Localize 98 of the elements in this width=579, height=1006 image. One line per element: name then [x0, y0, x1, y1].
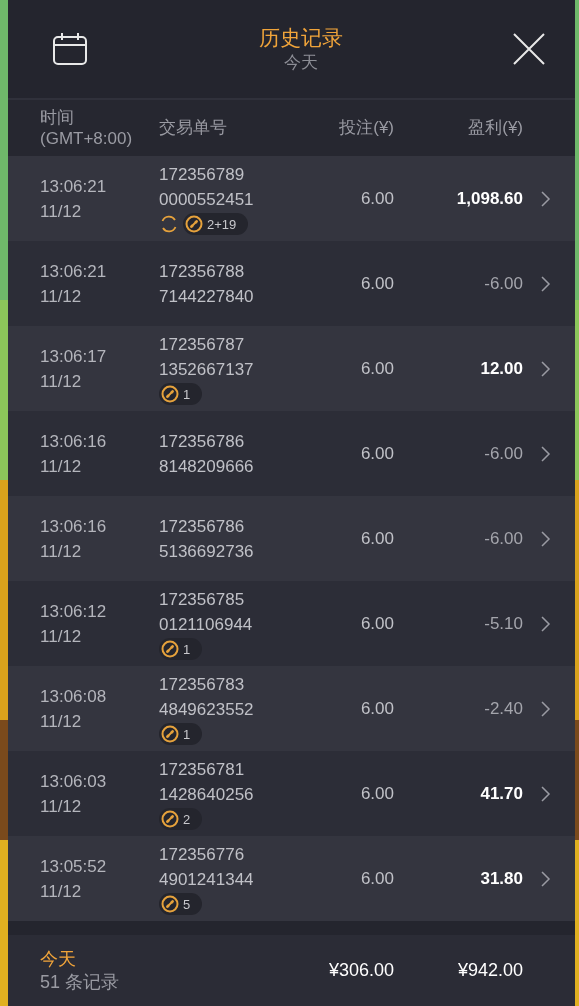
order-number: 1352667137: [159, 359, 255, 381]
chevron-right-icon: [541, 190, 551, 207]
bet-amount: 6.00: [359, 187, 394, 210]
time-text: 13:06:21: [40, 175, 108, 198]
free-spin-badge: 2+19: [183, 213, 249, 235]
history-row[interactable]: 13:06:12 11/12 172356785 0121106944 1 6.00 -5.10: [8, 581, 575, 666]
history-row[interactable]: 13:06:16 11/12 172356786 8148209666 6.00 -6.00: [8, 411, 575, 496]
bet-amount: 6.00: [359, 782, 394, 805]
date-text: 11/12: [40, 795, 83, 818]
time-text: 13:06:17: [40, 345, 108, 368]
chevron-right-icon: [541, 700, 551, 717]
column-header: 时间: [40, 106, 75, 128]
profit-amount: 31.80: [479, 867, 523, 890]
ball-icon: [161, 810, 179, 828]
order-number: 172356788: [159, 260, 246, 283]
time-text: 13:06:21: [40, 260, 108, 283]
profit-amount: -6.00: [483, 442, 523, 465]
date-text: 11/12: [40, 370, 83, 393]
history-row[interactable]: 13:06:16 11/12 172356786 5136692736 6.00 -6.00: [8, 496, 575, 581]
refresh-icon: [159, 214, 179, 234]
order-number: 172356783: [159, 674, 246, 696]
chevron-right-icon: [541, 785, 551, 802]
bet-amount: 6.00: [359, 867, 394, 890]
time-text: 13:06:03: [40, 770, 108, 793]
date-text: 11/12: [40, 455, 83, 478]
order-number: 172356786: [159, 515, 246, 538]
free-spin-badge: 1: [159, 383, 203, 405]
order-number: 0000552451: [159, 189, 255, 211]
date-text: 11/12: [40, 200, 83, 223]
profit-amount: -2.40: [483, 697, 523, 720]
free-spin-badge: 5: [159, 893, 203, 915]
order-number: 0121106944: [159, 614, 254, 636]
history-row[interactable]: 13:06:08 11/12 172356783 4849623552 1 6.00 -2.40: [8, 666, 575, 751]
date-range-label: 今天: [283, 51, 318, 73]
column-header: (GMT+8:00): [40, 128, 134, 150]
order-number: 8148209666: [159, 455, 255, 478]
date-text: 11/12: [40, 880, 83, 903]
profit-amount: -6.00: [483, 527, 523, 550]
period-label: 今天: [40, 948, 77, 971]
chevron-right-icon: [541, 530, 551, 547]
ball-icon: [161, 640, 179, 658]
bet-amount: 6.00: [359, 612, 394, 635]
profit-amount: 12.00: [479, 357, 523, 380]
bet-total: ¥306.00: [327, 959, 394, 982]
order-number: 172356785: [159, 589, 246, 611]
ball-icon: [161, 385, 179, 403]
profit-total: ¥942.00: [456, 959, 523, 982]
column-header: 交易单号: [159, 117, 228, 140]
order-number: 172356787: [159, 334, 246, 356]
chevron-right-icon: [541, 870, 551, 887]
chevron-right-icon: [541, 360, 551, 377]
profit-amount: 41.70: [479, 782, 523, 805]
close-icon[interactable]: [513, 33, 545, 65]
free-spin-badge: 1: [159, 723, 203, 745]
history-row[interactable]: 13:06:21 11/12 172356788 7144227840 6.00 -6.00: [8, 241, 575, 326]
order-number: 172356776: [159, 844, 246, 866]
date-text: 11/12: [40, 285, 83, 308]
date-text: 11/12: [40, 710, 83, 733]
free-spin-badge: 2: [159, 808, 203, 830]
chevron-right-icon: [541, 445, 551, 462]
bet-amount: 6.00: [359, 442, 394, 465]
profit-amount: -6.00: [483, 272, 523, 295]
profit-amount: 1,098.60: [455, 187, 523, 210]
calendar-icon[interactable]: [52, 32, 88, 66]
ball-icon: [161, 725, 179, 743]
profit-amount: -5.10: [483, 612, 523, 635]
chevron-right-icon: [541, 615, 551, 632]
order-number: 172356781: [159, 759, 246, 781]
time-text: 13:05:52: [40, 855, 108, 878]
order-number: 172356789: [159, 164, 246, 186]
time-text: 13:06:12: [40, 600, 108, 623]
bet-amount: 6.00: [359, 697, 394, 720]
free-spin-badge: 1: [159, 638, 203, 660]
order-number: 172356786: [159, 430, 246, 453]
date-text: 11/12: [40, 540, 83, 563]
column-header: 盈利(¥): [467, 117, 523, 140]
ball-icon: [185, 215, 203, 233]
ball-icon: [161, 895, 179, 913]
bet-amount: 6.00: [359, 527, 394, 550]
window-title: 历史记录: [258, 25, 343, 52]
time-text: 13:06:08: [40, 685, 108, 708]
order-number: 4849623552: [159, 699, 255, 721]
time-text: 13:06:16: [40, 430, 108, 453]
time-text: 13:06:16: [40, 515, 108, 538]
history-row[interactable]: 13:06:17 11/12 172356787 1352667137 1 6.00 12.00: [8, 326, 575, 411]
record-count: 51 条记录: [40, 970, 121, 993]
column-header: 投注(¥): [338, 117, 394, 140]
history-row[interactable]: 13:06:21 11/12 172356789 0000552451 2+19 6.00 1,098.60: [8, 156, 575, 241]
history-row[interactable]: 13:05:52 11/12 172356776 4901241344 5 6.00 31.80: [8, 836, 575, 921]
bet-amount: 6.00: [359, 272, 394, 295]
order-number: 5136692736: [159, 540, 255, 563]
bet-amount: 6.00: [359, 357, 394, 380]
history-row[interactable]: 13:06:03 11/12 172356781 1428640256 2 6.00 41.70: [8, 751, 575, 836]
order-number: 1428640256: [159, 784, 255, 806]
order-number: 7144227840: [159, 285, 255, 308]
chevron-right-icon: [541, 275, 551, 292]
order-number: 4901241344: [159, 869, 255, 891]
date-text: 11/12: [40, 625, 83, 648]
